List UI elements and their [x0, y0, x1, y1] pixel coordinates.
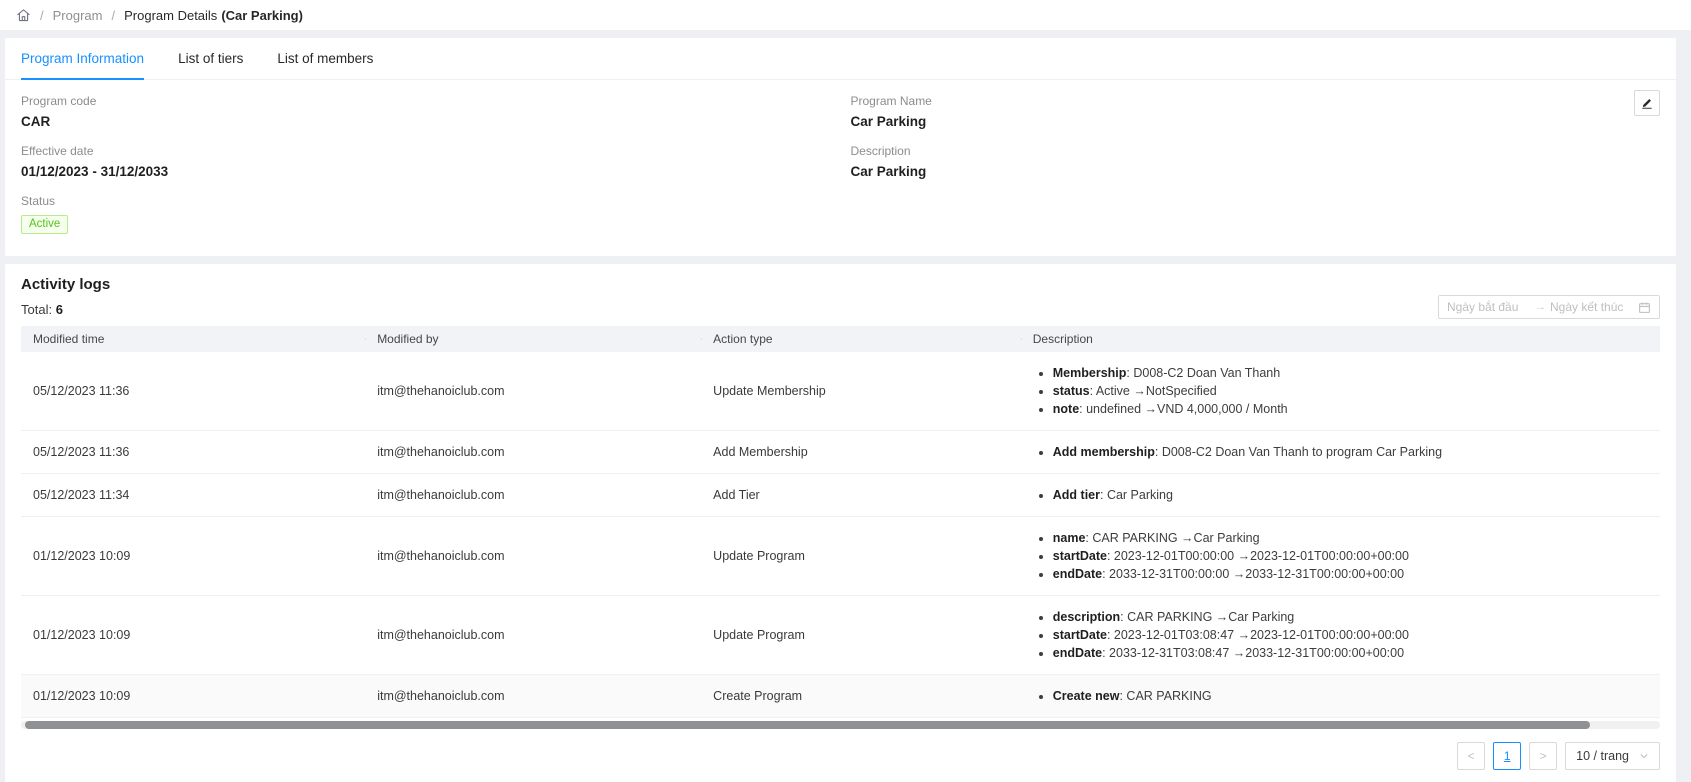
description-item: description: CAR PARKING →Car Parking [1053, 609, 1648, 625]
date-range-picker[interactable]: Ngày bắt đầu → Ngày kết thúc [1438, 295, 1660, 319]
cell-modified-time: 01/12/2023 10:09 [21, 689, 365, 703]
total-value: 6 [56, 302, 63, 317]
field-status: Status Active [21, 194, 831, 234]
page-size-value: 10 / trang [1576, 749, 1629, 763]
table-row: 01/12/2023 10:09itm@thehanoiclub.comUpda… [21, 596, 1660, 675]
table-row: 05/12/2023 11:36itm@thehanoiclub.comUpda… [21, 352, 1660, 431]
column-header-action-type: Action type [701, 332, 1021, 346]
column-header-modified-time: Modified time [21, 332, 365, 346]
column-header-description: Description [1021, 332, 1660, 346]
horizontal-scrollbar[interactable] [21, 721, 1660, 729]
description-item: Create new: CAR PARKING [1053, 688, 1648, 704]
cell-modified-time: 01/12/2023 10:09 [21, 549, 365, 563]
page-size-select[interactable]: 10 / trang [1565, 742, 1660, 770]
cell-modified-by: itm@thehanoiclub.com [365, 549, 701, 563]
cell-action-type: Add Tier [701, 488, 1021, 502]
cell-modified-by: itm@thehanoiclub.com [365, 488, 701, 502]
field-value: CAR [21, 114, 831, 129]
cell-action-type: Update Program [701, 549, 1021, 563]
cell-description: name: CAR PARKING →Car Parking startDate:… [1021, 528, 1660, 584]
description-item: Add membership: D008-C2 Doan Van Thanh t… [1053, 444, 1648, 460]
cell-action-type: Update Program [701, 628, 1021, 642]
breadcrumb-separator: / [40, 8, 44, 23]
cell-description: Add membership: D008-C2 Doan Van Thanh t… [1021, 442, 1660, 462]
field-program-name: Program Name Car Parking [851, 94, 1661, 129]
table-row: 01/12/2023 10:09itm@thehanoiclub.comCrea… [21, 675, 1660, 718]
description-item: name: CAR PARKING →Car Parking [1053, 530, 1648, 546]
activity-logs-card: Activity logs Total: 6 Ngày bắt đầu → Ng… [5, 264, 1676, 782]
cell-action-type: Update Membership [701, 384, 1021, 398]
total-label: Total: [21, 302, 52, 317]
home-icon[interactable] [16, 8, 31, 23]
breadcrumb-item-current: Program Details (Car Parking) [124, 8, 303, 23]
edit-button[interactable] [1634, 90, 1660, 116]
table-body: 05/12/2023 11:36itm@thehanoiclub.comUpda… [21, 352, 1660, 718]
total-count: Total: 6 [21, 302, 1660, 317]
column-header-modified-by: Modified by [365, 332, 701, 346]
cell-modified-by: itm@thehanoiclub.com [365, 445, 701, 459]
table-row: 05/12/2023 11:34itm@thehanoiclub.comAdd … [21, 474, 1660, 517]
field-label: Program Name [851, 94, 1661, 108]
tab-program-information[interactable]: Program Information [21, 38, 144, 80]
cell-action-type: Create Program [701, 689, 1021, 703]
status-badge: Active [21, 215, 68, 234]
cell-modified-time: 05/12/2023 11:36 [21, 384, 365, 398]
field-value: Car Parking [851, 164, 1661, 179]
field-label: Effective date [21, 144, 831, 158]
pagination-prev-button[interactable]: < [1457, 742, 1485, 770]
edit-pencil-icon [1640, 96, 1654, 110]
breadcrumb-separator: / [111, 8, 115, 23]
cell-description: Add tier: Car Parking [1021, 485, 1660, 505]
description-item: note: undefined →VND 4,000,000 / Month [1053, 401, 1648, 417]
description-item: Add tier: Car Parking [1053, 487, 1648, 503]
cell-modified-time: 05/12/2023 11:36 [21, 445, 365, 459]
description-item: status: Active →NotSpecified [1053, 383, 1648, 399]
field-program-code: Program code CAR [21, 94, 831, 129]
field-label: Status [21, 194, 831, 208]
tab-list-of-tiers[interactable]: List of tiers [178, 38, 243, 80]
table-row: 05/12/2023 11:36itm@thehanoiclub.comAdd … [21, 431, 1660, 474]
program-info-card: Program Information List of tiers List of … [5, 38, 1676, 256]
field-value: Car Parking [851, 114, 1661, 129]
table-row: 01/12/2023 10:09itm@thehanoiclub.comUpda… [21, 517, 1660, 596]
breadcrumb: / Program / Program Details (Car Parking… [0, 0, 1691, 30]
activity-logs-table: Modified timeModified byAction typeDescr… [21, 326, 1660, 718]
field-value: 01/12/2023 - 31/12/2033 [21, 164, 831, 179]
start-date-input[interactable]: Ngày bắt đầu [1447, 300, 1531, 314]
breadcrumb-item-program[interactable]: Program [53, 8, 103, 23]
cell-description: Membership: D008-C2 Doan Van Thanh status… [1021, 363, 1660, 419]
field-description: Description Car Parking [851, 144, 1661, 179]
cell-modified-by: itm@thehanoiclub.com [365, 384, 701, 398]
tab-list-of-members[interactable]: List of members [277, 38, 373, 80]
calendar-icon [1638, 301, 1651, 314]
scrollbar-thumb[interactable] [25, 721, 1590, 729]
breadcrumb-current-program-name: (Car Parking) [221, 8, 303, 23]
field-label: Description [851, 144, 1661, 158]
chevron-down-icon [1639, 751, 1649, 761]
cell-modified-by: itm@thehanoiclub.com [365, 689, 701, 703]
description-item: startDate: 2023-12-01T00:00:00 →2023-12-… [1053, 548, 1648, 564]
tabs: Program Information List of tiers List of … [5, 38, 1676, 80]
breadcrumb-current-label: Program Details [124, 8, 217, 23]
description-item: startDate: 2023-12-01T03:08:47 →2023-12-… [1053, 627, 1648, 643]
section-title: Activity logs [21, 276, 1660, 293]
field-label: Program code [21, 94, 831, 108]
field-effective-date: Effective date 01/12/2023 - 31/12/2033 [21, 144, 831, 179]
end-date-input[interactable]: Ngày kết thúc [1550, 300, 1634, 314]
pagination: < 1 > 10 / trang [21, 742, 1660, 770]
cell-description: Create new: CAR PARKING [1021, 686, 1660, 706]
description-item: endDate: 2033-12-31T00:00:00 →2033-12-31… [1053, 566, 1648, 582]
pagination-page-1[interactable]: 1 [1493, 742, 1521, 770]
description-item: endDate: 2033-12-31T03:08:47 →2033-12-31… [1053, 645, 1648, 661]
cell-modified-time: 05/12/2023 11:34 [21, 488, 365, 502]
cell-modified-time: 01/12/2023 10:09 [21, 628, 365, 642]
cell-description: description: CAR PARKING →Car Parking sta… [1021, 607, 1660, 663]
range-separator-icon: → [1535, 301, 1546, 313]
description-item: Membership: D008-C2 Doan Van Thanh [1053, 365, 1648, 381]
pagination-next-button[interactable]: > [1529, 742, 1557, 770]
cell-modified-by: itm@thehanoiclub.com [365, 628, 701, 642]
cell-action-type: Add Membership [701, 445, 1021, 459]
table-header: Modified timeModified byAction typeDescr… [21, 326, 1660, 352]
program-info-fields: Program code CAR Program Name Car Parking Ef… [21, 94, 1660, 234]
